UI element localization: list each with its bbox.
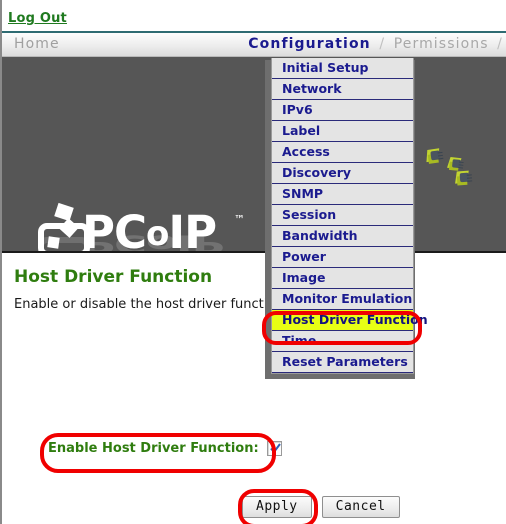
configuration-dropdown-menu: Initial Setup Network IPv6 Label Access Disco…	[271, 58, 428, 374]
decorative-cube-icon-3	[455, 170, 473, 186]
page-title: Host Driver Function	[14, 267, 213, 287]
menu-item-label[interactable]: Label	[272, 121, 413, 142]
logout-bar: Log Out	[2, 0, 506, 32]
page-description: Enable or disable the host driver functi…	[14, 297, 284, 312]
brand-banner: PCoIP ™ PCoIP	[2, 57, 506, 253]
menu-item-ipv6[interactable]: IPv6	[272, 100, 413, 121]
menu-item-initial-setup[interactable]: Initial Setup	[272, 58, 413, 79]
decorative-cube-icon-2	[447, 157, 464, 172]
checkmark-icon	[269, 443, 281, 454]
main-content: Host Driver Function Enable or disable t…	[2, 253, 506, 524]
menu-item-snmp[interactable]: SNMP	[272, 184, 413, 205]
form-button-row: Apply Cancel	[242, 496, 400, 518]
apply-button[interactable]: Apply	[242, 496, 312, 518]
menu-item-host-driver-function[interactable]: Host Driver Function	[272, 310, 428, 331]
nav-separator-1: /	[379, 36, 386, 52]
menu-item-network[interactable]: Network	[272, 79, 413, 100]
enable-host-driver-checkbox[interactable]	[266, 441, 282, 456]
menu-item-access[interactable]: Access	[272, 142, 413, 163]
logo-chip-large-icon	[54, 202, 74, 222]
browser-page: Log Out Home Configuration / Permissions…	[0, 0, 506, 524]
menu-item-discovery[interactable]: Discovery	[272, 163, 413, 184]
menu-item-time[interactable]: Time	[272, 331, 413, 352]
menu-item-bandwidth[interactable]: Bandwidth	[272, 226, 413, 247]
menu-item-power[interactable]: Power	[272, 247, 413, 268]
nav-item-configuration[interactable]: Configuration	[248, 36, 370, 52]
log-out-link[interactable]: Log Out	[8, 11, 67, 26]
nav-right-group: Configuration / Permissions /	[248, 36, 506, 52]
pcoip-logo: PCoIP ™ PCoIP	[38, 202, 268, 253]
menu-item-monitor-emulation[interactable]: Monitor Emulation	[272, 289, 413, 310]
nav-item-permissions[interactable]: Permissions	[394, 36, 489, 52]
decorative-cube-icon-1	[426, 148, 444, 165]
menu-item-image[interactable]: Image	[272, 268, 413, 289]
menu-item-reset-parameters[interactable]: Reset Parameters	[272, 352, 413, 373]
nav-separator-2: /	[497, 36, 503, 52]
logo-wordmark-reflection: PCoIP	[82, 230, 224, 253]
logo-trademark: ™	[234, 213, 245, 226]
enable-host-driver-row: Enable Host Driver Function:	[48, 441, 282, 456]
cancel-button[interactable]: Cancel	[321, 496, 400, 518]
nav-item-home[interactable]: Home	[14, 36, 60, 52]
menu-item-session[interactable]: Session	[272, 205, 413, 226]
enable-host-driver-label: Enable Host Driver Function:	[48, 441, 259, 456]
main-navigation-bar: Home Configuration / Permissions /	[2, 33, 506, 57]
